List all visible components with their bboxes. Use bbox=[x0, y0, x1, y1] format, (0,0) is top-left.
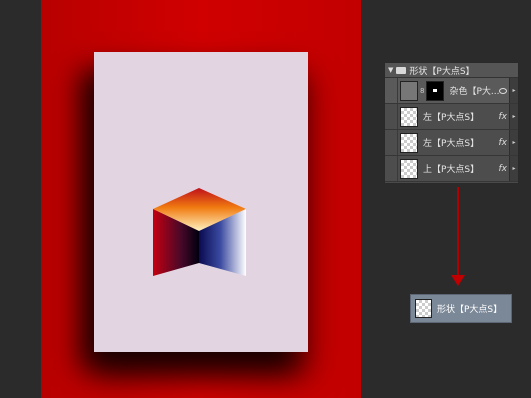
gradient-cube bbox=[153, 188, 247, 276]
layer-name: 上【P大点S】 bbox=[423, 165, 480, 175]
merged-layer-name: 形状【P大点S】 bbox=[437, 305, 503, 315]
folder-icon bbox=[396, 66, 407, 74]
group-name: 形状【P大点S】 bbox=[409, 66, 475, 77]
visibility-toggle[interactable] bbox=[385, 130, 398, 155]
fx-icon[interactable]: fx bbox=[499, 164, 508, 174]
down-arrow-icon bbox=[451, 275, 465, 286]
layer-name: 左【P大点S】 bbox=[423, 113, 480, 123]
expand-arrow-icon[interactable]: ▸ bbox=[509, 104, 518, 129]
visibility-toggle[interactable] bbox=[385, 104, 398, 129]
layer-name: 左【P大点S】 bbox=[423, 139, 480, 149]
expand-arrow-icon[interactable]: ▸ bbox=[509, 130, 518, 155]
layers-panel: ▼ 形状【P大点S】 8 杂色【P大... ▸ 左【P大点S】 fx ▸ 左【P… bbox=[384, 62, 519, 184]
layer-mask-thumbnail-icon bbox=[426, 80, 445, 101]
cube-graphic bbox=[153, 188, 246, 276]
link-icon[interactable]: 8 bbox=[420, 87, 424, 95]
visibility-toggle[interactable] bbox=[385, 156, 398, 181]
fx-icon[interactable]: fx bbox=[499, 138, 508, 148]
arrow-line bbox=[457, 187, 459, 277]
artboard bbox=[41, 0, 361, 398]
layer-thumbnail-icon bbox=[400, 106, 418, 127]
layer-thumbnail-icon bbox=[400, 158, 418, 179]
layer-row[interactable]: 左【P大点S】 fx ▸ bbox=[385, 104, 518, 130]
merged-layer-row[interactable]: 形状【P大点S】 bbox=[410, 294, 512, 323]
layer-group-row[interactable]: ▼ 形状【P大点S】 bbox=[385, 63, 518, 78]
paper-canvas bbox=[94, 52, 308, 352]
visibility-toggle[interactable] bbox=[385, 78, 398, 103]
expand-arrow-icon[interactable]: ▸ bbox=[509, 78, 518, 103]
expand-triangle-icon[interactable]: ▼ bbox=[388, 66, 393, 74]
layer-row[interactable]: 左【P大点S】 fx ▸ bbox=[385, 130, 518, 156]
layer-row[interactable]: 上【P大点S】 fx ▸ bbox=[385, 156, 518, 182]
layer-name: 杂色【P大... bbox=[449, 87, 499, 97]
expand-arrow-icon[interactable]: ▸ bbox=[509, 156, 518, 181]
layer-row[interactable]: 8 杂色【P大... ▸ bbox=[385, 78, 518, 104]
layer-thumbnail-icon bbox=[400, 80, 418, 101]
layer-thumbnail-icon bbox=[415, 299, 432, 318]
layer-thumbnail-icon bbox=[400, 132, 418, 153]
adjustment-icon bbox=[499, 87, 507, 94]
fx-icon[interactable]: fx bbox=[499, 112, 508, 122]
